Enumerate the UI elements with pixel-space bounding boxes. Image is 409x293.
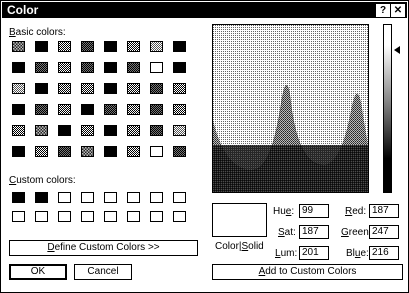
basic-color-swatch[interactable] <box>127 62 140 73</box>
basic-color-swatch[interactable] <box>150 125 163 136</box>
help-button[interactable]: ? <box>376 4 390 17</box>
basic-color-swatch[interactable] <box>81 83 94 94</box>
basic-color-swatch[interactable] <box>58 104 71 115</box>
basic-color-swatch[interactable] <box>127 125 140 136</box>
basic-color-swatch[interactable] <box>12 83 25 94</box>
basic-color-swatch[interactable] <box>12 125 25 136</box>
basic-color-swatch[interactable] <box>173 83 186 94</box>
custom-color-swatch[interactable] <box>104 192 117 203</box>
basic-color-swatch[interactable] <box>12 104 25 115</box>
sat-label: Sat: <box>278 227 296 238</box>
custom-color-swatch[interactable] <box>104 211 117 222</box>
basic-color-swatch[interactable] <box>127 41 140 52</box>
basic-color-swatch[interactable] <box>81 125 94 136</box>
basic-color-swatch[interactable] <box>150 62 163 73</box>
basic-colors-label: Basic colors: <box>9 27 66 38</box>
add-to-custom-colors-button[interactable]: Add to Custom Colors <box>212 264 403 280</box>
custom-color-swatch[interactable] <box>173 192 186 203</box>
green-field[interactable]: 247 <box>369 225 399 239</box>
custom-color-swatch[interactable] <box>35 211 48 222</box>
green-label: Green: <box>341 227 372 238</box>
basic-color-swatch[interactable] <box>173 146 186 157</box>
custom-color-swatch[interactable] <box>150 192 163 203</box>
basic-color-swatch[interactable] <box>35 104 48 115</box>
color-solid-label: Color|Solid <box>215 241 264 252</box>
custom-color-swatch[interactable] <box>12 211 25 222</box>
basic-color-swatch[interactable] <box>35 41 48 52</box>
basic-color-swatch[interactable] <box>12 146 25 157</box>
lum-field[interactable]: 201 <box>299 246 329 260</box>
basic-color-swatch[interactable] <box>58 125 71 136</box>
basic-color-swatch[interactable] <box>58 41 71 52</box>
basic-color-swatch[interactable] <box>127 104 140 115</box>
basic-color-swatch[interactable] <box>104 104 117 115</box>
custom-color-swatch[interactable] <box>58 211 71 222</box>
color-dialog: Color ? ✕ Basic colors: Custom colors: D… <box>0 0 409 293</box>
basic-color-swatch[interactable] <box>58 62 71 73</box>
basic-color-swatch[interactable] <box>81 41 94 52</box>
custom-color-swatch[interactable] <box>150 211 163 222</box>
custom-color-swatch[interactable] <box>127 192 140 203</box>
blue-label: Blue: <box>346 248 369 259</box>
color-spectrum[interactable] <box>212 24 369 193</box>
basic-color-swatch[interactable] <box>104 146 117 157</box>
basic-color-swatch[interactable] <box>104 83 117 94</box>
hue-field[interactable]: 99 <box>299 204 329 218</box>
basic-color-swatch[interactable] <box>81 62 94 73</box>
custom-color-swatch[interactable] <box>127 211 140 222</box>
basic-color-swatch[interactable] <box>173 104 186 115</box>
basic-color-swatch[interactable] <box>35 125 48 136</box>
custom-color-swatch[interactable] <box>173 211 186 222</box>
luminance-slider-arrow-icon[interactable] <box>394 46 400 54</box>
blue-field[interactable]: 216 <box>369 246 399 260</box>
spectrum-pattern <box>213 25 368 192</box>
basic-color-swatch[interactable] <box>35 83 48 94</box>
basic-color-swatch[interactable] <box>58 83 71 94</box>
custom-color-swatch[interactable] <box>12 192 25 203</box>
title-bar: Color ? ✕ <box>2 2 407 18</box>
basic-color-swatch[interactable] <box>104 41 117 52</box>
window-title: Color <box>7 3 39 17</box>
basic-color-swatch[interactable] <box>173 62 186 73</box>
red-label: Red: <box>345 206 367 217</box>
red-field[interactable]: 187 <box>369 204 399 218</box>
cancel-button[interactable]: Cancel <box>74 264 132 280</box>
custom-color-swatch[interactable] <box>81 211 94 222</box>
custom-colors-label: Custom colors: <box>9 175 76 186</box>
basic-color-swatch[interactable] <box>150 146 163 157</box>
basic-color-swatch[interactable] <box>150 41 163 52</box>
custom-color-swatch[interactable] <box>58 192 71 203</box>
basic-color-swatch[interactable] <box>81 104 94 115</box>
basic-color-swatch[interactable] <box>35 62 48 73</box>
basic-color-swatch[interactable] <box>12 62 25 73</box>
close-button[interactable]: ✕ <box>391 4 405 17</box>
basic-color-swatch[interactable] <box>150 83 163 94</box>
sat-field[interactable]: 187 <box>299 225 329 239</box>
custom-color-swatch[interactable] <box>35 192 48 203</box>
basic-color-swatch[interactable] <box>127 146 140 157</box>
basic-color-swatch[interactable] <box>150 104 163 115</box>
basic-color-swatch[interactable] <box>81 146 94 157</box>
basic-color-swatch[interactable] <box>127 83 140 94</box>
basic-color-swatch[interactable] <box>173 125 186 136</box>
basic-color-swatch[interactable] <box>58 146 71 157</box>
basic-color-swatch[interactable] <box>35 146 48 157</box>
custom-color-swatch[interactable] <box>81 192 94 203</box>
color-solid-preview <box>212 203 267 237</box>
basic-color-swatch[interactable] <box>104 62 117 73</box>
basic-color-swatch[interactable] <box>173 41 186 52</box>
define-custom-colors-button[interactable]: Define Custom Colors >> <box>9 240 198 256</box>
basic-color-swatch[interactable] <box>12 41 25 52</box>
lum-label: Lum: <box>275 248 298 259</box>
luminance-bar[interactable] <box>383 24 392 193</box>
hue-label: Hue: <box>273 206 295 217</box>
ok-button[interactable]: OK <box>9 264 67 280</box>
basic-color-swatch[interactable] <box>104 125 117 136</box>
